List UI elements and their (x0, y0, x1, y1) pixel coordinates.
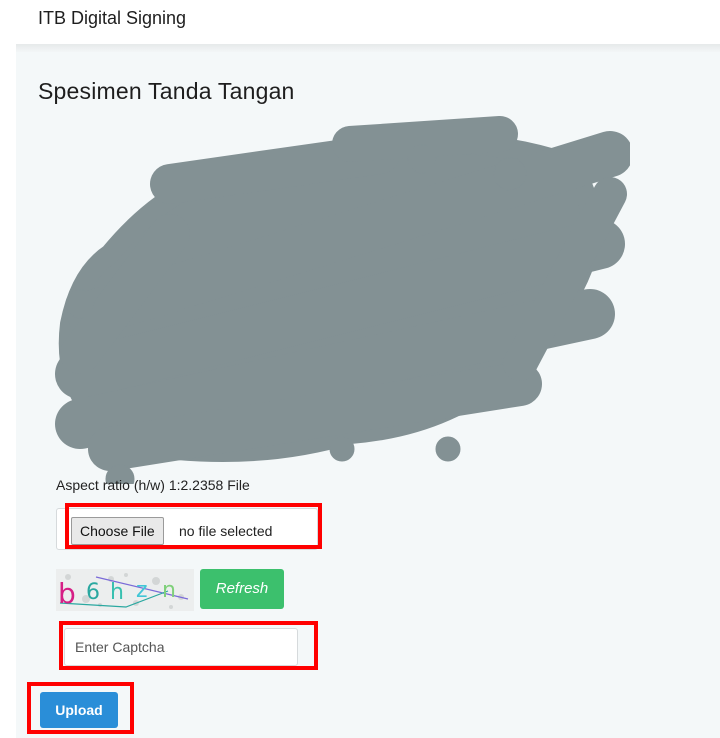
captcha-char: z (136, 578, 148, 603)
captcha-char: n (162, 578, 176, 603)
top-bar: ITB Digital Signing (0, 0, 720, 42)
panel-title: Spesimen Tanda Tangan (38, 78, 295, 104)
captcha-char: 6 (86, 580, 100, 605)
highlight-captcha-input (59, 621, 318, 670)
header-divider (16, 44, 720, 52)
refresh-captcha-button[interactable]: Refresh (200, 569, 284, 609)
captcha-char: b (58, 577, 76, 610)
highlight-upload-button (27, 682, 134, 734)
highlight-file-input (65, 503, 322, 549)
captcha-char: h (110, 580, 124, 605)
signature-specimen-redacted (55, 116, 630, 484)
aspect-ratio-text: Aspect ratio (h/w) 1:2.2358 File (56, 477, 250, 493)
app-title: ITB Digital Signing (38, 8, 187, 28)
captcha-image: b 6 h z n (56, 569, 194, 611)
